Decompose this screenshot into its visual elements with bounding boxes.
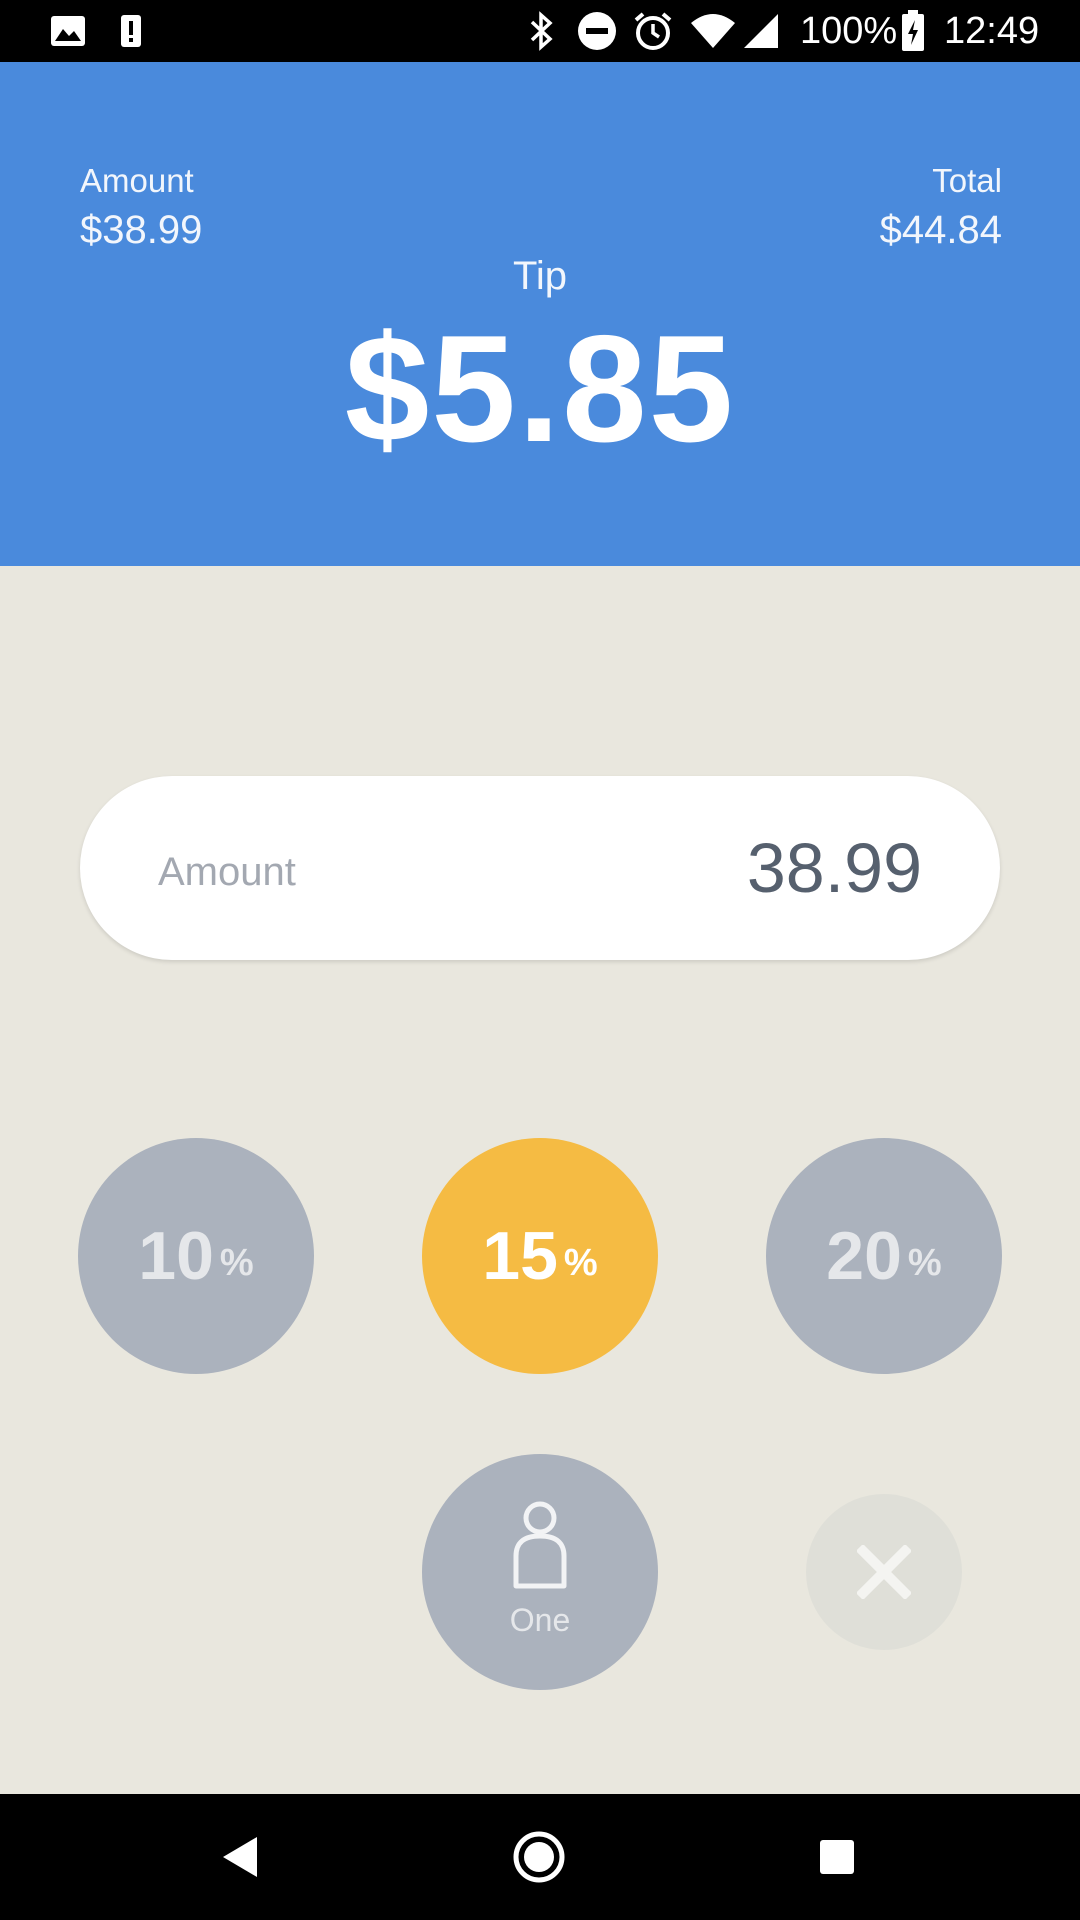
- percent-sign: %: [907, 1241, 942, 1284]
- battery-charging-icon: [900, 10, 926, 52]
- tip-10-percent-button[interactable]: 10%: [78, 1138, 314, 1374]
- tip-option-value: 20: [826, 1218, 902, 1294]
- summary-header: Amount $38.99 Total $44.84 Tip $5.85: [0, 62, 1080, 566]
- sim-alert-icon: [116, 10, 146, 52]
- total-summary-value: $44.84: [879, 208, 1002, 252]
- amount-input-value[interactable]: 38.99: [747, 828, 922, 908]
- wifi-icon: [690, 10, 736, 52]
- total-summary-label: Total: [932, 162, 1002, 199]
- tip-value: $5.85: [344, 304, 736, 474]
- amount-input-label: Amount: [158, 850, 296, 894]
- alarm-icon: [632, 10, 674, 52]
- signal-icon: [742, 10, 780, 52]
- clock: 12:49: [944, 10, 1040, 52]
- recents-icon[interactable]: [804, 1824, 870, 1890]
- split-people-label: One: [509, 1602, 571, 1638]
- tip-15-percent-button[interactable]: 15%: [422, 1138, 658, 1374]
- tip-label: Tip: [512, 254, 568, 298]
- amount-input[interactable]: Amount 38.99: [80, 776, 1000, 960]
- tip-20-percent-button[interactable]: 20%: [766, 1138, 1002, 1374]
- tip-option-value: 15: [482, 1218, 558, 1294]
- image-icon: [48, 10, 88, 52]
- person-icon: [513, 1501, 567, 1589]
- do-not-disturb-icon: [576, 10, 618, 52]
- bluetooth-icon: [526, 10, 558, 52]
- battery-percent: 100%: [800, 10, 898, 52]
- status-bar: 100% 12:49: [0, 0, 1080, 62]
- tip-option-value: 10: [138, 1218, 214, 1294]
- navigation-bar: [0, 1794, 1080, 1920]
- split-people-button[interactable]: One: [422, 1454, 658, 1690]
- percent-sign: %: [563, 1241, 598, 1284]
- percent-sign: %: [219, 1241, 254, 1284]
- clear-button[interactable]: [806, 1494, 962, 1650]
- close-icon: [857, 1545, 911, 1599]
- amount-summary-label: Amount: [80, 162, 194, 199]
- amount-summary-value: $38.99: [80, 208, 203, 252]
- home-icon[interactable]: [506, 1824, 572, 1890]
- back-icon[interactable]: [208, 1824, 274, 1890]
